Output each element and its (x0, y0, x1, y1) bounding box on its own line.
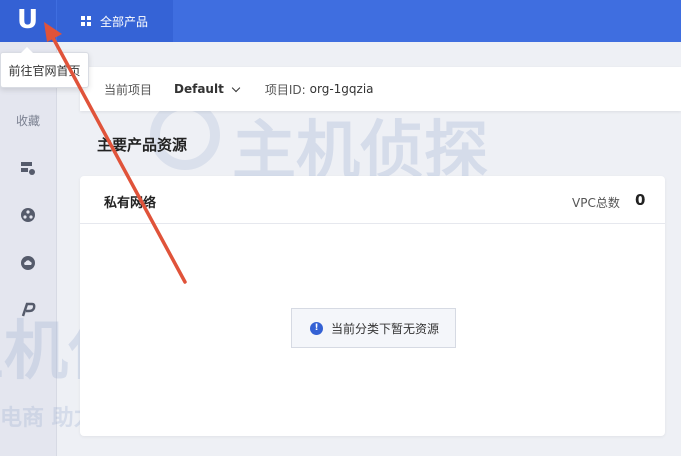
annotation-arrow-icon (44, 22, 187, 284)
